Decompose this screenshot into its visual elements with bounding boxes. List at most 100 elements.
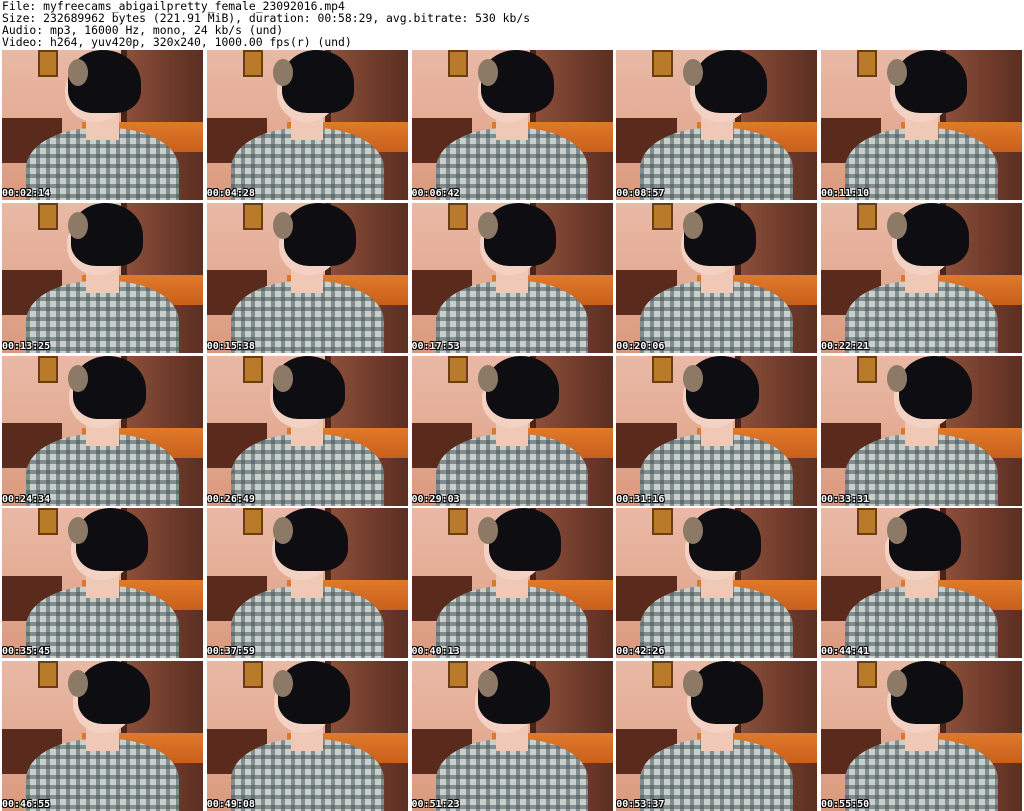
thumbnail-scene-hair (488, 508, 562, 572)
thumbnail-scene-hair (896, 202, 970, 266)
thumbnail-scene-hair-side (682, 364, 703, 392)
video-thumbnail: 00:31:16 (616, 355, 818, 506)
thumbnail-scene-frame (857, 202, 878, 230)
thumbnail-scene-frame (447, 202, 468, 230)
thumbnail-timestamp: 00:02:14 (2, 188, 51, 199)
thumbnail-scene-frame (857, 661, 878, 688)
video-thumbnail: 00:35:45 (2, 508, 203, 659)
thumbnail-timestamp: 00:33:31 (821, 493, 870, 505)
video-thumbnail: 00:11:10 (821, 50, 1022, 200)
thumbnail-timestamp: 00:17:53 (411, 340, 460, 352)
thumbnail-timestamp: 00:53:37 (616, 799, 665, 810)
video-thumbnail: 00:17:53 (411, 202, 613, 353)
thumbnail-scene-hair-side (68, 364, 89, 392)
thumbnail-timestamp: 00:31:16 (616, 493, 665, 505)
video-thumbnail: 00:55:50 (821, 661, 1022, 811)
thumbnail-scene-hair-side (682, 211, 703, 239)
video-thumbnail: 00:46:55 (2, 661, 203, 811)
thumbnail-scene-frame (652, 355, 673, 383)
thumbnail-scene-hair-side (273, 364, 294, 392)
video-thumbnail: 00:22:21 (821, 202, 1022, 353)
video-thumbnail: 00:04:28 (206, 50, 408, 200)
thumbnail-timestamp: 00:13:25 (2, 340, 51, 352)
thumbnail-timestamp: 00:55:50 (821, 799, 870, 810)
thumbnail-scene-frame (652, 202, 673, 230)
thumbnail-scene-hair (75, 508, 148, 572)
thumbnail-timestamp: 00:04:28 (206, 188, 255, 199)
thumbnail-scene-frame (38, 202, 59, 230)
video-thumbnail: 00:02:14 (2, 50, 203, 200)
thumbnail-timestamp: 00:29:03 (411, 493, 460, 505)
video-thumbnail: 00:53:37 (616, 661, 818, 811)
file-info-header: File: myfreecams_abigailpretty_female_23… (2, 0, 1022, 48)
video-thumbnail: 00:49:08 (206, 661, 408, 811)
thumbnail-scene-hair-side (477, 670, 498, 697)
thumbnail-scene-hair-side (273, 670, 294, 697)
thumbnail-timestamp: 00:24:34 (2, 493, 51, 505)
thumbnail-scene-hair (894, 50, 967, 113)
thumbnail-scene-frame (38, 50, 59, 77)
thumbnail-timestamp: 00:42:26 (616, 646, 665, 658)
thumbnail-scene-hair-side (477, 211, 498, 239)
thumbnail-scene-frame (652, 508, 673, 536)
video-thumbnail: 00:37:59 (206, 508, 408, 659)
thumbnail-timestamp: 00:22:21 (821, 340, 870, 352)
thumbnail-scene-hair (486, 355, 559, 419)
video-thumbnail: 00:06:42 (411, 50, 613, 200)
thumbnail-timestamp: 00:35:45 (2, 646, 51, 658)
thumbnail-scene-frame (242, 355, 264, 383)
thumbnail-scene-frame (38, 508, 59, 536)
video-info-line: Video: h264, yuv420p, 320x240, 1000.00 f… (2, 35, 352, 49)
thumbnail-scene-frame (447, 50, 468, 77)
video-thumbnail: 00:51:23 (411, 661, 613, 811)
thumbnail-scene-frame (857, 355, 878, 383)
thumbnail-timestamp: 00:26:49 (206, 493, 255, 505)
thumbnail-scene-hair-side (477, 59, 498, 86)
thumbnail-timestamp: 00:15:38 (206, 340, 255, 352)
thumbnail-timestamp: 00:49:08 (206, 799, 255, 810)
thumbnail-scene-hair (691, 661, 764, 724)
thumbnail-timestamp: 00:46:55 (2, 799, 51, 810)
thumbnail-scene-hair-side (477, 364, 498, 392)
thumbnail-scene-hair (283, 202, 357, 266)
thumbnail-scene-frame (652, 661, 673, 688)
thumbnail-timestamp: 00:40:13 (411, 646, 460, 658)
thumbnail-scene-frame (38, 661, 59, 688)
thumbnail-scene-frame (242, 50, 264, 77)
thumbnail-scene-frame (447, 508, 468, 536)
thumbnail-scene-hair (899, 355, 972, 419)
thumbnail-scene-hair-side (273, 211, 294, 239)
thumbnail-scene-hair-side (273, 59, 294, 86)
thumbnail-timestamp: 00:44:41 (821, 646, 870, 658)
thumbnail-scene-frame (652, 50, 673, 77)
video-thumbnail: 00:24:34 (2, 355, 203, 506)
video-thumbnail: 00:42:26 (616, 508, 818, 659)
thumbnail-timestamp: 00:06:42 (411, 188, 460, 199)
thumbnail-scene-hair (694, 50, 767, 113)
video-thumbnail: 00:15:38 (206, 202, 408, 353)
video-thumbnail: 00:40:13 (411, 508, 613, 659)
thumbnail-scene-hair (77, 661, 151, 724)
thumbnail-timestamp: 00:08:57 (616, 188, 665, 199)
thumbnail-scene-hair-side (477, 517, 498, 545)
thumbnail-scene-hair-side (682, 59, 703, 86)
thumbnail-scene-hair-side (682, 670, 703, 697)
video-thumbnail: 00:33:31 (821, 355, 1022, 506)
thumbnail-grid: 00:02:14 00:04:28 00:06:42 00:08:57 00:11:10… (2, 50, 1022, 811)
thumbnail-timestamp: 00:20:06 (616, 340, 665, 352)
thumbnail-scene-frame (447, 355, 468, 383)
video-thumbnail: 00:29:03 (411, 355, 613, 506)
thumbnail-scene-frame (242, 202, 264, 230)
thumbnail-timestamp: 00:11:10 (821, 188, 870, 199)
thumbnail-scene-frame (38, 355, 59, 383)
thumbnail-scene-hair-side (887, 364, 908, 392)
video-thumbnail: 00:08:57 (616, 50, 818, 200)
thumbnail-scene-frame (857, 50, 878, 77)
video-thumbnail: 00:13:25 (2, 202, 203, 353)
thumbnail-scene-frame (242, 661, 264, 688)
thumbnail-scene-frame (242, 508, 264, 536)
thumbnail-scene-frame (447, 661, 468, 688)
thumbnail-scene-frame (857, 508, 878, 536)
thumbnail-timestamp: 00:51:23 (411, 799, 460, 810)
thumbnail-timestamp: 00:37:59 (206, 646, 255, 658)
